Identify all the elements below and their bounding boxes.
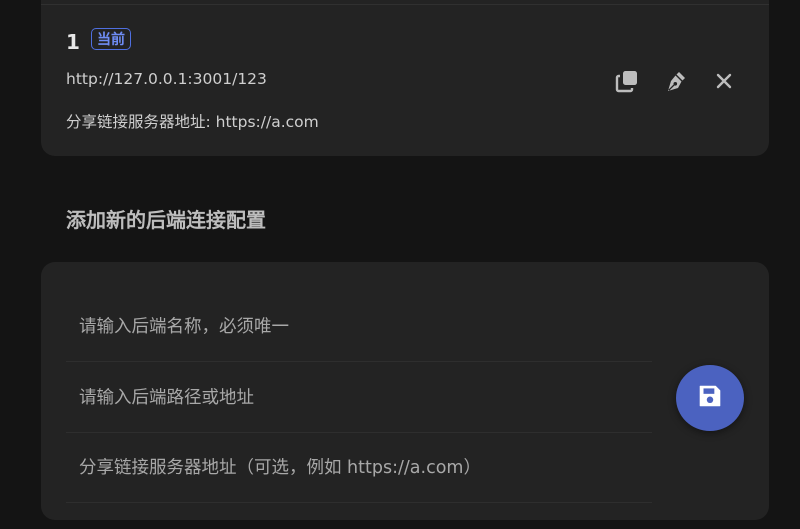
card-divider <box>41 4 769 5</box>
backend-url-input[interactable] <box>66 363 652 432</box>
section-title: 添加新的后端连接配置 <box>66 208 266 232</box>
backend-name-input[interactable] <box>66 292 652 361</box>
entry-index: 1 <box>66 30 80 54</box>
current-badge: 当前 <box>91 28 131 50</box>
copy-icon <box>615 69 639 93</box>
delete-button[interactable] <box>711 68 737 94</box>
backend-url-field <box>66 363 652 433</box>
backend-entry-card: 1 当前 http://127.0.0.1:3001/123 分享链接服务器地址… <box>41 0 769 156</box>
close-icon <box>713 70 735 92</box>
entry-url: http://127.0.0.1:3001/123 <box>66 70 267 88</box>
share-server-field <box>66 433 652 503</box>
add-backend-form <box>41 262 769 520</box>
save-button[interactable] <box>676 365 744 431</box>
edit-button[interactable] <box>663 68 689 94</box>
floppy-disk-icon <box>697 383 723 413</box>
edit-pen-icon <box>664 69 688 93</box>
share-server-input[interactable] <box>66 433 652 502</box>
copy-button[interactable] <box>614 68 640 94</box>
backend-name-field <box>66 292 652 362</box>
entry-share-server: 分享链接服务器地址: https://a.com <box>66 113 319 131</box>
